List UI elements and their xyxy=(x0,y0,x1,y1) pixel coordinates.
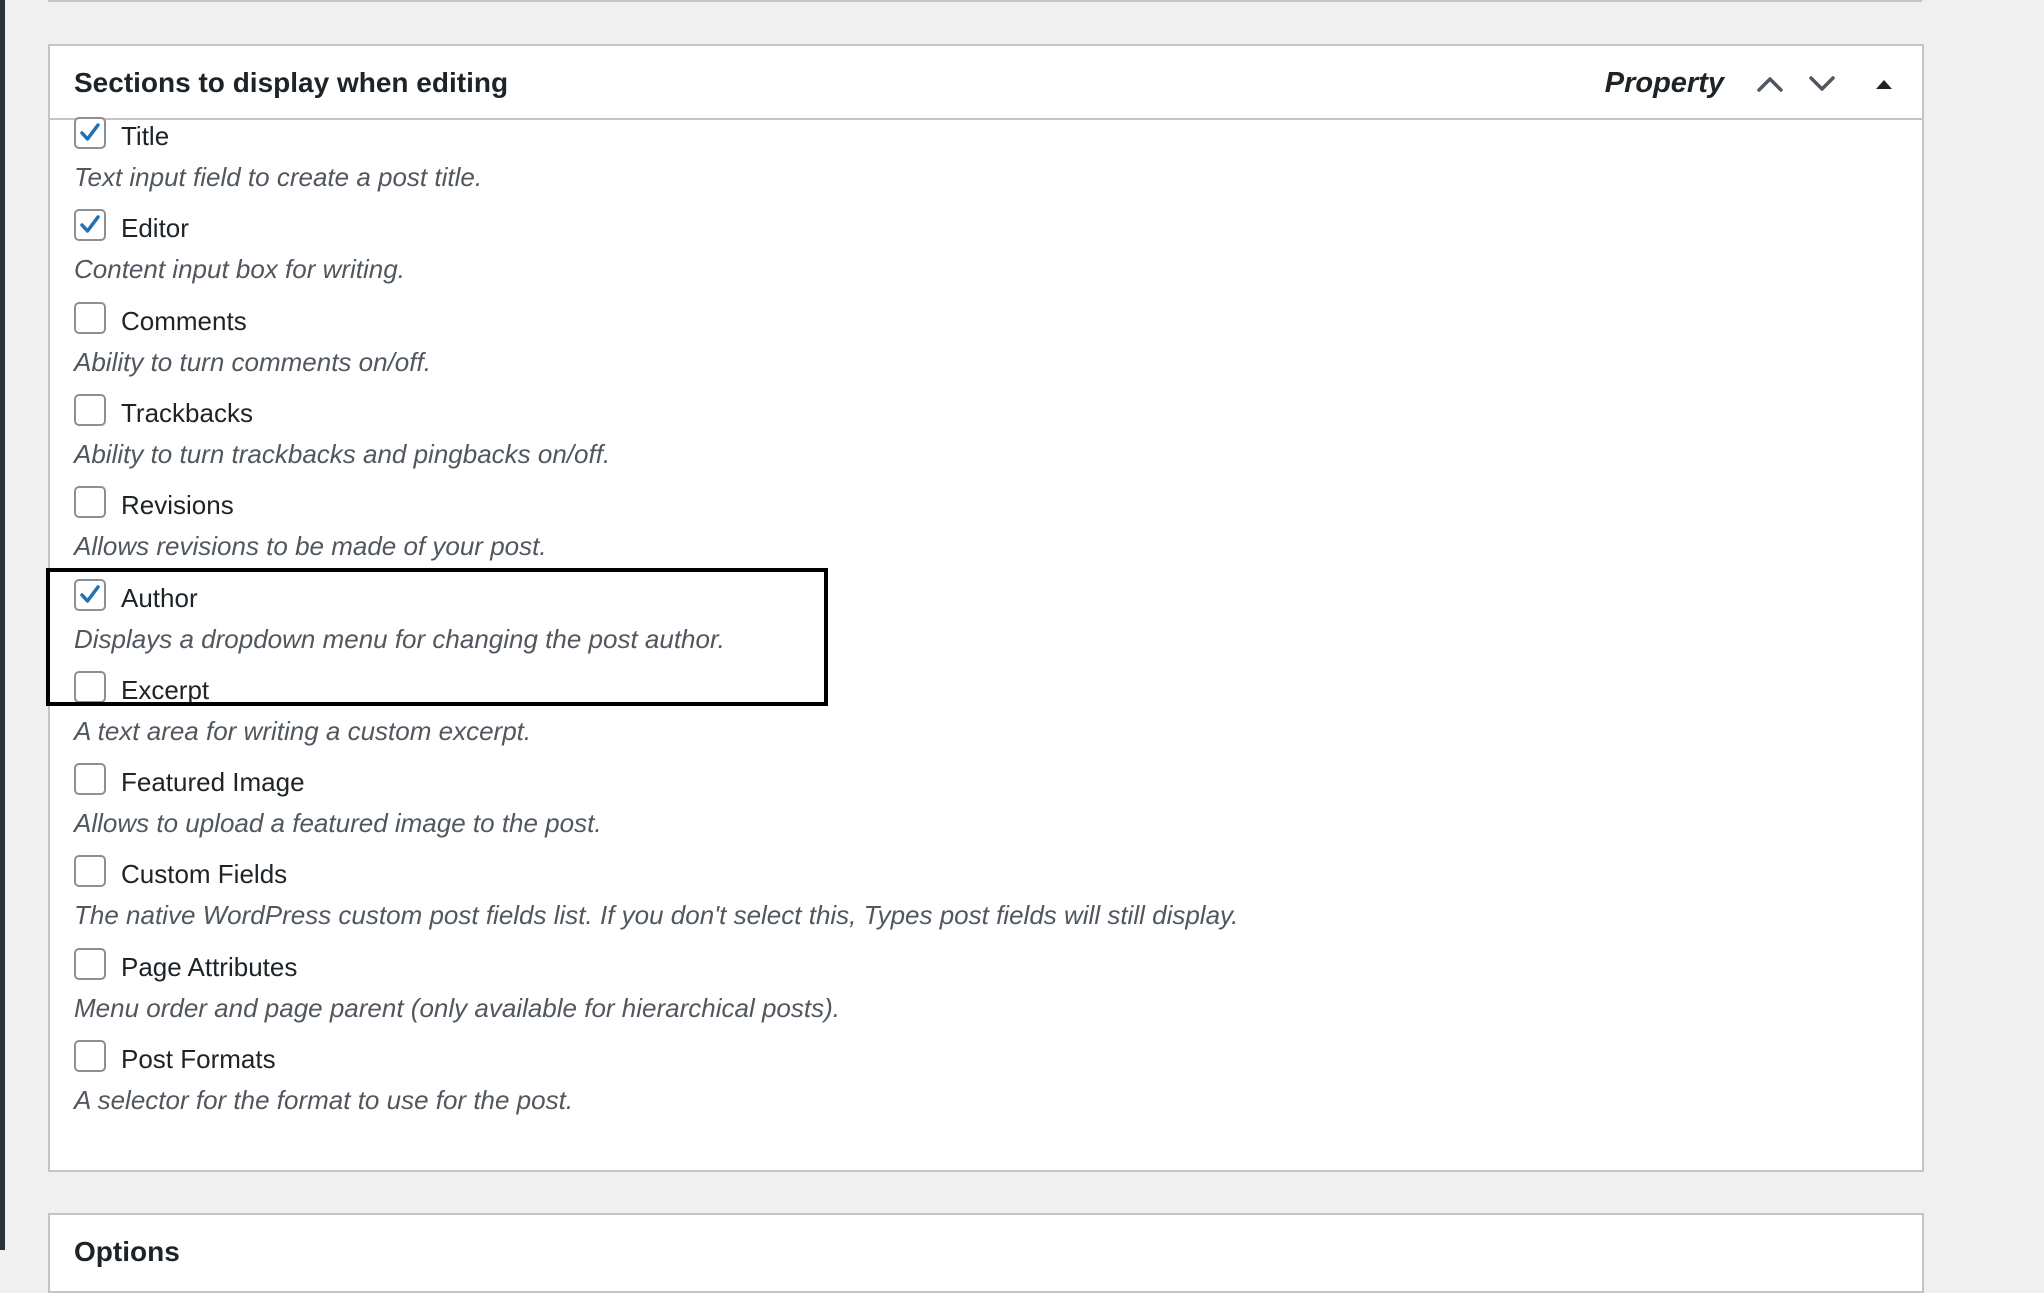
option-description: Allows revisions to be made of your post… xyxy=(74,531,547,562)
option-label[interactable]: Trackbacks xyxy=(121,396,253,430)
options-metabox-title: Options xyxy=(74,1236,180,1267)
option-label[interactable]: Post Formats xyxy=(121,1042,276,1076)
checkbox-page-attributes[interactable] xyxy=(74,947,106,980)
options-metabox: Options xyxy=(48,1213,1924,1293)
option-description: Ability to turn comments on/off. xyxy=(74,346,431,377)
option-description: The native WordPress custom post fields … xyxy=(74,900,1239,931)
option-featured-image: Featured Image Allows to upload a feature… xyxy=(74,751,1574,843)
chevron-up-icon xyxy=(1757,77,1783,92)
sections-metabox: Sections to display when editing Propert… xyxy=(48,44,1924,1172)
checkbox-trackbacks[interactable] xyxy=(74,393,106,426)
checkbox-post-formats[interactable] xyxy=(74,1040,106,1072)
option-description: Content input box for writing. xyxy=(74,254,405,285)
option-label[interactable]: Page Attributes xyxy=(121,950,297,984)
checkbox-featured-image[interactable] xyxy=(74,763,106,796)
move-down-button[interactable] xyxy=(1802,66,1842,102)
checkbox-title[interactable] xyxy=(74,117,106,149)
triangle-up-icon xyxy=(1876,80,1892,89)
metabox-title: Sections to display when editing xyxy=(74,67,509,98)
option-description: Text input field to create a post title. xyxy=(74,162,483,192)
option-title: Title Text input field to create a post t… xyxy=(74,105,1574,197)
option-label[interactable]: Excerpt xyxy=(121,673,209,707)
checkbox-author[interactable] xyxy=(74,578,106,611)
chevron-down-icon xyxy=(1809,76,1835,91)
checkmark-icon xyxy=(80,215,100,234)
option-comments: Comments Ability to turn comments on/off. xyxy=(74,290,1574,382)
option-description: Ability to turn trackbacks and pingbacks… xyxy=(74,438,611,469)
checkbox-excerpt[interactable] xyxy=(74,670,106,703)
checkbox-revisions[interactable] xyxy=(74,486,106,519)
option-author: Author Displays a dropdown menu for chang… xyxy=(74,567,1574,659)
option-revisions: Revisions Allows revisions to be made of … xyxy=(74,474,1574,566)
checkbox-comments[interactable] xyxy=(74,301,106,334)
option-label[interactable]: Author xyxy=(121,581,198,615)
option-label[interactable]: Custom Fields xyxy=(121,857,287,891)
checkbox-editor[interactable] xyxy=(74,209,106,242)
option-editor: Editor Content input box for writing. xyxy=(74,197,1574,289)
move-up-button[interactable] xyxy=(1750,66,1790,102)
toggle-panel-button[interactable] xyxy=(1864,66,1904,102)
checkmark-icon xyxy=(80,584,100,603)
option-label[interactable]: Title xyxy=(121,119,169,153)
option-label[interactable]: Editor xyxy=(121,211,189,245)
post-type-label: Property xyxy=(1604,67,1724,99)
option-post-formats: Post Formats A selector for the format to… xyxy=(74,1028,1574,1120)
option-custom-fields: Custom Fields The native WordPress custom… xyxy=(74,843,1574,935)
option-excerpt: Excerpt A text area for writing a custom … xyxy=(74,659,1574,751)
checkmark-icon xyxy=(80,123,100,141)
option-description: Allows to upload a featured image to the… xyxy=(74,808,602,839)
option-page-attributes: Page Attributes Menu order and page paren… xyxy=(74,936,1574,1028)
admin-sidebar-edge xyxy=(0,0,5,1250)
option-label[interactable]: Revisions xyxy=(121,488,234,522)
option-trackbacks: Trackbacks Ability to turn trackbacks and… xyxy=(74,382,1574,474)
checkbox-custom-fields[interactable] xyxy=(74,855,106,888)
option-description: Menu order and page parent (only availab… xyxy=(74,992,840,1023)
option-label[interactable]: Comments xyxy=(121,304,247,338)
option-label[interactable]: Featured Image xyxy=(121,765,305,799)
option-description: A text area for writing a custom excerpt… xyxy=(74,715,532,746)
option-description: A selector for the format to use for the… xyxy=(74,1085,574,1115)
option-description: Displays a dropdown menu for changing th… xyxy=(74,623,725,654)
previous-metabox xyxy=(48,0,1922,2)
